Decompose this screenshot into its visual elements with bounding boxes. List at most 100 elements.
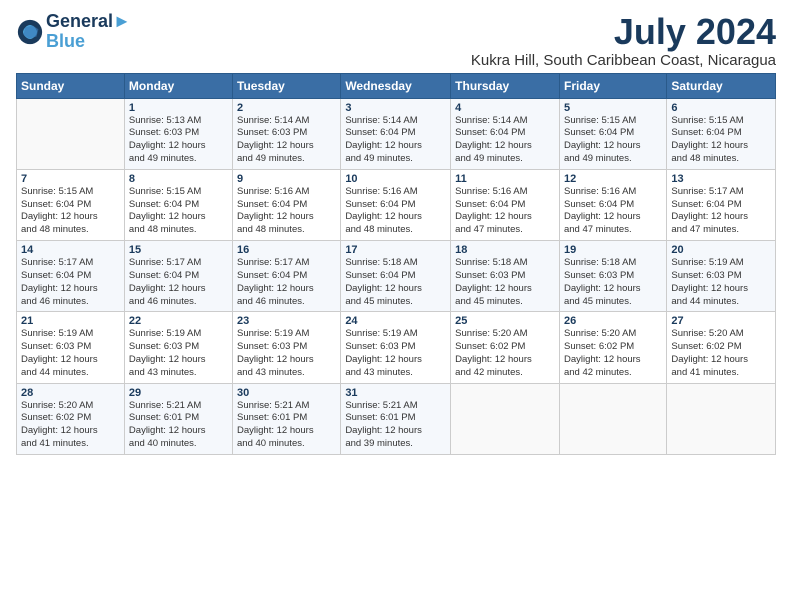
col-saturday: Saturday — [667, 73, 776, 98]
day-info: Sunrise: 5:15 AMSunset: 6:04 PMDaylight:… — [564, 115, 662, 166]
calendar-cell: 18 Sunrise: 5:18 AMSunset: 6:03 PMDaylig… — [451, 241, 560, 312]
calendar-cell: 19 Sunrise: 5:18 AMSunset: 6:03 PMDaylig… — [559, 241, 666, 312]
day-info: Sunrise: 5:21 AMSunset: 6:01 PMDaylight:… — [345, 400, 446, 451]
week-row-4: 28 Sunrise: 5:20 AMSunset: 6:02 PMDaylig… — [17, 383, 776, 454]
day-info: Sunrise: 5:20 AMSunset: 6:02 PMDaylight:… — [564, 328, 662, 379]
day-info: Sunrise: 5:19 AMSunset: 6:03 PMDaylight:… — [21, 328, 120, 379]
calendar-cell: 12 Sunrise: 5:16 AMSunset: 6:04 PMDaylig… — [559, 169, 666, 240]
calendar-cell: 31 Sunrise: 5:21 AMSunset: 6:01 PMDaylig… — [341, 383, 451, 454]
day-info: Sunrise: 5:15 AMSunset: 6:04 PMDaylight:… — [21, 186, 120, 237]
week-row-2: 14 Sunrise: 5:17 AMSunset: 6:04 PMDaylig… — [17, 241, 776, 312]
day-info: Sunrise: 5:16 AMSunset: 6:04 PMDaylight:… — [345, 186, 446, 237]
day-number: 26 — [564, 315, 662, 327]
day-number: 21 — [21, 315, 120, 327]
day-number: 24 — [345, 315, 446, 327]
day-info: Sunrise: 5:16 AMSunset: 6:04 PMDaylight:… — [455, 186, 555, 237]
day-number: 18 — [455, 244, 555, 256]
day-number: 2 — [237, 102, 336, 114]
header-row: Sunday Monday Tuesday Wednesday Thursday… — [17, 73, 776, 98]
calendar-cell: 25 Sunrise: 5:20 AMSunset: 6:02 PMDaylig… — [451, 312, 560, 383]
day-number: 14 — [21, 244, 120, 256]
day-info: Sunrise: 5:14 AMSunset: 6:04 PMDaylight:… — [345, 115, 446, 166]
calendar-cell: 8 Sunrise: 5:15 AMSunset: 6:04 PMDayligh… — [124, 169, 232, 240]
calendar-cell: 27 Sunrise: 5:20 AMSunset: 6:02 PMDaylig… — [667, 312, 776, 383]
calendar-cell — [559, 383, 666, 454]
week-row-1: 7 Sunrise: 5:15 AMSunset: 6:04 PMDayligh… — [17, 169, 776, 240]
col-friday: Friday — [559, 73, 666, 98]
logo-text: General► Blue — [46, 12, 131, 52]
col-tuesday: Tuesday — [233, 73, 341, 98]
day-info: Sunrise: 5:19 AMSunset: 6:03 PMDaylight:… — [345, 328, 446, 379]
day-number: 23 — [237, 315, 336, 327]
day-info: Sunrise: 5:19 AMSunset: 6:03 PMDaylight:… — [671, 257, 771, 308]
calendar-page: General► Blue July 2024 Kukra Hill, Sout… — [0, 0, 792, 612]
day-number: 30 — [237, 387, 336, 399]
title-section: July 2024 Kukra Hill, South Caribbean Co… — [471, 12, 776, 69]
calendar-cell: 11 Sunrise: 5:16 AMSunset: 6:04 PMDaylig… — [451, 169, 560, 240]
day-info: Sunrise: 5:18 AMSunset: 6:03 PMDaylight:… — [564, 257, 662, 308]
calendar-cell: 7 Sunrise: 5:15 AMSunset: 6:04 PMDayligh… — [17, 169, 125, 240]
day-info: Sunrise: 5:18 AMSunset: 6:03 PMDaylight:… — [455, 257, 555, 308]
day-number: 11 — [455, 173, 555, 185]
day-number: 8 — [129, 173, 228, 185]
calendar-cell: 16 Sunrise: 5:17 AMSunset: 6:04 PMDaylig… — [233, 241, 341, 312]
day-number: 31 — [345, 387, 446, 399]
day-info: Sunrise: 5:17 AMSunset: 6:04 PMDaylight:… — [671, 186, 771, 237]
month-title: July 2024 — [471, 12, 776, 52]
location-title: Kukra Hill, South Caribbean Coast, Nicar… — [471, 52, 776, 69]
calendar-cell: 14 Sunrise: 5:17 AMSunset: 6:04 PMDaylig… — [17, 241, 125, 312]
day-info: Sunrise: 5:16 AMSunset: 6:04 PMDaylight:… — [564, 186, 662, 237]
week-row-0: 1 Sunrise: 5:13 AMSunset: 6:03 PMDayligh… — [17, 98, 776, 169]
logo: General► Blue — [16, 12, 131, 52]
col-wednesday: Wednesday — [341, 73, 451, 98]
calendar-cell: 30 Sunrise: 5:21 AMSunset: 6:01 PMDaylig… — [233, 383, 341, 454]
day-info: Sunrise: 5:15 AMSunset: 6:04 PMDaylight:… — [129, 186, 228, 237]
col-sunday: Sunday — [17, 73, 125, 98]
day-info: Sunrise: 5:20 AMSunset: 6:02 PMDaylight:… — [671, 328, 771, 379]
day-info: Sunrise: 5:14 AMSunset: 6:04 PMDaylight:… — [455, 115, 555, 166]
day-number: 27 — [671, 315, 771, 327]
day-number: 10 — [345, 173, 446, 185]
calendar-cell: 26 Sunrise: 5:20 AMSunset: 6:02 PMDaylig… — [559, 312, 666, 383]
calendar-cell: 21 Sunrise: 5:19 AMSunset: 6:03 PMDaylig… — [17, 312, 125, 383]
day-number: 3 — [345, 102, 446, 114]
day-number: 20 — [671, 244, 771, 256]
day-info: Sunrise: 5:13 AMSunset: 6:03 PMDaylight:… — [129, 115, 228, 166]
calendar-cell: 10 Sunrise: 5:16 AMSunset: 6:04 PMDaylig… — [341, 169, 451, 240]
day-number: 6 — [671, 102, 771, 114]
calendar-cell: 22 Sunrise: 5:19 AMSunset: 6:03 PMDaylig… — [124, 312, 232, 383]
day-number: 25 — [455, 315, 555, 327]
day-number: 22 — [129, 315, 228, 327]
day-number: 19 — [564, 244, 662, 256]
col-thursday: Thursday — [451, 73, 560, 98]
col-monday: Monday — [124, 73, 232, 98]
calendar-cell: 24 Sunrise: 5:19 AMSunset: 6:03 PMDaylig… — [341, 312, 451, 383]
day-number: 28 — [21, 387, 120, 399]
calendar-cell: 2 Sunrise: 5:14 AMSunset: 6:03 PMDayligh… — [233, 98, 341, 169]
day-number: 17 — [345, 244, 446, 256]
day-info: Sunrise: 5:20 AMSunset: 6:02 PMDaylight:… — [21, 400, 120, 451]
calendar-cell: 5 Sunrise: 5:15 AMSunset: 6:04 PMDayligh… — [559, 98, 666, 169]
calendar-cell: 20 Sunrise: 5:19 AMSunset: 6:03 PMDaylig… — [667, 241, 776, 312]
calendar-cell: 28 Sunrise: 5:20 AMSunset: 6:02 PMDaylig… — [17, 383, 125, 454]
day-number: 1 — [129, 102, 228, 114]
calendar-cell: 15 Sunrise: 5:17 AMSunset: 6:04 PMDaylig… — [124, 241, 232, 312]
day-number: 15 — [129, 244, 228, 256]
day-info: Sunrise: 5:21 AMSunset: 6:01 PMDaylight:… — [129, 400, 228, 451]
day-number: 12 — [564, 173, 662, 185]
day-info: Sunrise: 5:17 AMSunset: 6:04 PMDaylight:… — [237, 257, 336, 308]
day-info: Sunrise: 5:17 AMSunset: 6:04 PMDaylight:… — [21, 257, 120, 308]
day-info: Sunrise: 5:20 AMSunset: 6:02 PMDaylight:… — [455, 328, 555, 379]
day-number: 29 — [129, 387, 228, 399]
day-info: Sunrise: 5:15 AMSunset: 6:04 PMDaylight:… — [671, 115, 771, 166]
calendar-cell: 9 Sunrise: 5:16 AMSunset: 6:04 PMDayligh… — [233, 169, 341, 240]
week-row-3: 21 Sunrise: 5:19 AMSunset: 6:03 PMDaylig… — [17, 312, 776, 383]
day-number: 16 — [237, 244, 336, 256]
day-info: Sunrise: 5:17 AMSunset: 6:04 PMDaylight:… — [129, 257, 228, 308]
calendar-cell: 17 Sunrise: 5:18 AMSunset: 6:04 PMDaylig… — [341, 241, 451, 312]
calendar-table: Sunday Monday Tuesday Wednesday Thursday… — [16, 73, 776, 455]
calendar-cell: 6 Sunrise: 5:15 AMSunset: 6:04 PMDayligh… — [667, 98, 776, 169]
calendar-cell: 3 Sunrise: 5:14 AMSunset: 6:04 PMDayligh… — [341, 98, 451, 169]
calendar-cell — [451, 383, 560, 454]
day-info: Sunrise: 5:19 AMSunset: 6:03 PMDaylight:… — [129, 328, 228, 379]
